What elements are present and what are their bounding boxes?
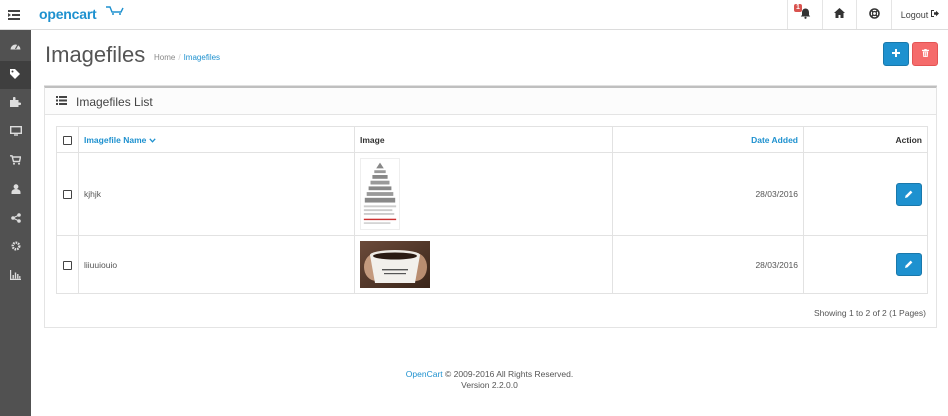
table-row: liiuuiouio 28/03/2016 (56, 235, 928, 294)
row-select-cell (56, 235, 79, 294)
delete-button[interactable] (912, 42, 938, 66)
sidebar-item-customers[interactable] (0, 176, 31, 204)
breadcrumb: Home / Imagefiles (154, 53, 221, 62)
life-ring-icon (868, 7, 880, 22)
shopping-cart-icon (10, 154, 22, 168)
plus-icon (892, 48, 900, 60)
home-button[interactable] (822, 0, 856, 29)
sidebar-item-marketing[interactable] (0, 205, 31, 233)
column-header-image: Image (354, 126, 613, 153)
cart-logo-icon (106, 6, 124, 18)
imagefile-name: kjhjk (78, 152, 355, 236)
sidebar-item-catalog[interactable] (0, 61, 31, 89)
sidebar-item-reports[interactable] (0, 262, 31, 290)
table-row: kjhjk 28/03/2016 (56, 152, 928, 236)
opencart-logo[interactable]: opencart (39, 6, 97, 22)
page-title: Imagefiles (45, 42, 146, 67)
help-button[interactable] (856, 0, 891, 29)
copyright-text: © 2009-2016 All Rights Reserved. (445, 369, 574, 379)
user-icon (11, 183, 21, 197)
row-checkbox[interactable] (63, 190, 72, 200)
footer-copyright-line: OpenCart © 2009-2016 All Rights Reserved… (31, 369, 948, 380)
caret-down-icon (149, 135, 156, 145)
home-icon (834, 8, 845, 21)
date-added: 28/03/2016 (612, 235, 804, 294)
column-header-name[interactable]: Imagefile Name (78, 126, 355, 153)
add-new-button[interactable] (883, 42, 909, 66)
sidebar-item-design[interactable] (0, 118, 31, 146)
pencil-icon (905, 259, 913, 270)
panel-heading: Imagefiles List (45, 88, 936, 115)
select-all-cell (56, 126, 79, 153)
cog-icon (11, 241, 21, 254)
column-name-label: Imagefile Name (84, 134, 147, 145)
logout-label: Logout (900, 9, 929, 20)
footer: OpenCart © 2009-2016 All Rights Reserved… (31, 369, 948, 391)
action-cell (803, 235, 928, 294)
menu-toggle-icon[interactable] (0, 0, 28, 29)
column-header-date-added[interactable]: Date Added (612, 126, 804, 153)
pencil-icon (905, 189, 913, 200)
sidebar-item-extensions[interactable] (0, 89, 31, 117)
row-select-cell (56, 152, 79, 236)
notifications-button[interactable]: 1 (787, 0, 822, 29)
row-checkbox[interactable] (63, 260, 72, 270)
trash-icon (921, 48, 929, 60)
imagefile-name: liiuuiouio (78, 235, 355, 294)
top-header: opencart 1 Logout (0, 0, 948, 30)
edit-button[interactable] (896, 253, 922, 276)
tags-icon (10, 68, 21, 82)
sign-out-icon (930, 9, 940, 20)
version-text: Version 2.2.0.0 (461, 380, 518, 390)
edit-button[interactable] (896, 182, 922, 206)
logout-button[interactable]: Logout (891, 0, 948, 29)
table-header-row: Imagefile Name Image Date Added Action (56, 126, 928, 153)
imagefiles-table: Imagefile Name Image Date Added Action k… (56, 126, 928, 294)
image-cell (354, 235, 613, 294)
top-nav: 1 Logout (787, 0, 948, 29)
dashboard-icon (10, 41, 21, 53)
sidebar (0, 30, 31, 416)
panel-title: Imagefiles List (76, 95, 153, 109)
breadcrumb-imagefiles[interactable]: Imagefiles (184, 53, 220, 62)
pyramid-diagram-thumbnail (360, 158, 400, 230)
puzzle-icon (10, 96, 22, 110)
list-icon (56, 96, 67, 105)
select-all-checkbox[interactable] (63, 135, 72, 145)
share-icon (10, 212, 21, 226)
column-header-action: Action (803, 126, 928, 153)
sidebar-item-sales[interactable] (0, 147, 31, 175)
bar-chart-icon (10, 269, 21, 283)
pagination-info: Showing 1 to 2 of 2 (1 Pages) (814, 308, 926, 318)
notification-badge: 1 (794, 4, 802, 12)
sidebar-item-system[interactable] (0, 233, 31, 261)
date-added: 28/03/2016 (612, 152, 804, 236)
coffee-cup-thumbnail (360, 241, 430, 288)
breadcrumb-home[interactable]: Home (154, 53, 175, 62)
imagefiles-panel: Imagefiles List Imagefile Name Image Dat… (44, 86, 937, 328)
image-cell (354, 152, 613, 236)
opencart-link[interactable]: OpenCart (406, 369, 443, 379)
action-cell (803, 152, 928, 236)
sidebar-item-dashboard[interactable] (0, 33, 31, 61)
desktop-icon (9, 125, 22, 139)
